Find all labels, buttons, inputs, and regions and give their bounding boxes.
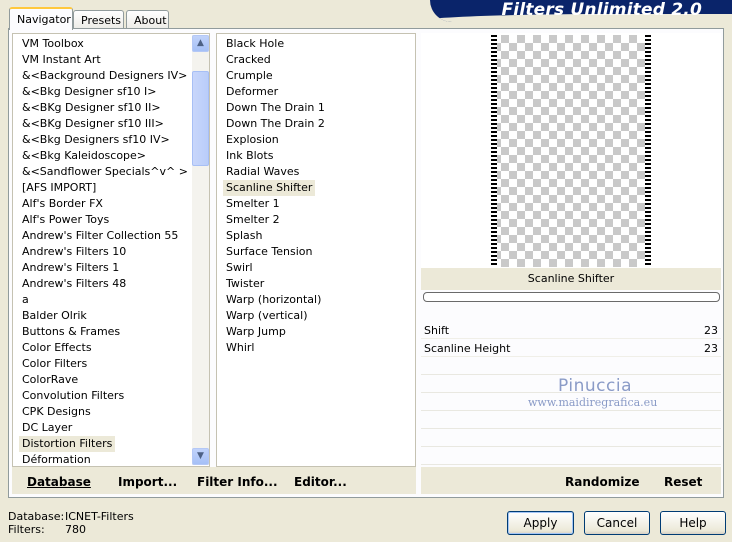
category-item[interactable]: Andrew's Filters 1 [19, 260, 122, 276]
filter-item[interactable]: Explosion [223, 132, 282, 148]
category-item[interactable]: &<BKg Designer sf10 II> [19, 100, 164, 116]
database-label: Database: [8, 510, 65, 523]
category-item[interactable]: CPK Designs [19, 404, 94, 420]
watermark-url: www.maidiregrafica.eu [528, 396, 658, 409]
filters-count-value: 780 [65, 523, 86, 536]
tab-navigator[interactable]: Navigator [9, 7, 73, 30]
filter-item[interactable]: Crumple [223, 68, 276, 84]
param-value: 23 [704, 324, 718, 337]
filter-item[interactable]: Smelter 1 [223, 196, 283, 212]
watermark-name: Pinuccia [558, 376, 632, 396]
filter-item[interactable]: Warp (vertical) [223, 308, 311, 324]
category-item[interactable]: Andrew's Filters 48 [19, 276, 129, 292]
category-item[interactable]: Color Effects [19, 340, 95, 356]
filter-item[interactable]: Warp (horizontal) [223, 292, 324, 308]
category-item[interactable]: Convolution Filters [19, 388, 127, 404]
help-button[interactable]: Help [660, 511, 726, 535]
category-item[interactable]: &<Bkg Kaleidoscope> [19, 148, 149, 164]
category-item[interactable]: ColorRave [19, 372, 81, 388]
reset-button[interactable]: Reset [664, 475, 702, 489]
filters-count-label: Filters: [8, 523, 45, 536]
filter-item[interactable]: Down The Drain 2 [223, 116, 328, 132]
filter-toolbar: Database Import... Filter Info... Editor… [12, 467, 416, 494]
filter-item[interactable]: Warp Jump [223, 324, 289, 340]
filter-item[interactable]: Deformer [223, 84, 281, 100]
filter-item[interactable]: Surface Tension [223, 244, 315, 260]
category-item[interactable]: &<BKg Designer sf10 III> [19, 116, 167, 132]
category-item[interactable]: Andrew's Filter Collection 55 [19, 228, 181, 244]
category-item[interactable]: DC Layer [19, 420, 75, 436]
preview-image [493, 35, 649, 267]
category-scrollbar[interactable]: ▲ ▼ [192, 35, 209, 465]
param-row-empty [421, 431, 721, 447]
filter-item[interactable]: Radial Waves [223, 164, 302, 180]
scroll-up-icon[interactable]: ▲ [192, 35, 209, 52]
scanline-stripe-left [491, 35, 497, 267]
import-button[interactable]: Import... [118, 475, 177, 489]
category-item[interactable]: &<Sandflower Specials^v^ > [19, 164, 191, 180]
tab-presets[interactable]: Presets [73, 10, 124, 29]
app-banner: Filters Unlimited 2.0 [430, 0, 732, 22]
randomize-button[interactable]: Randomize [565, 475, 639, 489]
filter-item[interactable]: Twister [223, 276, 267, 292]
apply-button[interactable]: Apply [507, 511, 574, 535]
filter-item[interactable]: Swirl [223, 260, 256, 276]
filter-item[interactable]: Ink Blots [223, 148, 276, 164]
category-item[interactable]: VM Instant Art [19, 52, 104, 68]
scroll-thumb[interactable] [192, 71, 209, 166]
filter-item[interactable]: Down The Drain 1 [223, 100, 328, 116]
filter-item[interactable]: Smelter 2 [223, 212, 283, 228]
category-item[interactable]: VM Toolbox [19, 36, 87, 52]
category-list[interactable]: VM Toolbox VM Instant Art &<Background Des… [12, 33, 210, 467]
filter-list[interactable]: Black Hole Cracked Crumple Deformer Down The… [216, 33, 416, 467]
param-label: Scanline Height [424, 342, 511, 355]
filter-item[interactable]: Cracked [223, 52, 274, 68]
param-row-empty [421, 449, 721, 465]
filter-info-button[interactable]: Filter Info... [197, 475, 278, 489]
param-toolbar: Randomize Reset [421, 467, 721, 494]
banner-title: Filters Unlimited 2.0 [501, 0, 702, 20]
param-row-empty [421, 359, 721, 375]
category-item[interactable]: &<Bkg Designer sf10 I> [19, 84, 160, 100]
database-value: ICNET-Filters [65, 510, 134, 523]
category-item[interactable]: a [19, 292, 32, 308]
tab-about[interactable]: About [126, 10, 169, 29]
scroll-down-icon[interactable]: ▼ [192, 448, 209, 465]
database-button[interactable]: Database [27, 475, 91, 489]
param-row-shift[interactable]: Shift 23 [421, 323, 721, 339]
filter-item[interactable]: Splash [223, 228, 265, 244]
cancel-button[interactable]: Cancel [584, 511, 650, 535]
category-item[interactable]: [AFS IMPORT] [19, 180, 99, 196]
category-item[interactable]: Déformation [19, 452, 94, 468]
param-row-scanline-height[interactable]: Scanline Height 23 [421, 341, 721, 357]
scanline-stripe-right [645, 35, 651, 267]
editor-button[interactable]: Editor... [294, 475, 347, 489]
category-item[interactable]: Balder Olrik [19, 308, 90, 324]
param-row-empty [421, 413, 721, 429]
param-label: Shift [424, 324, 450, 337]
category-item[interactable]: Alf's Power Toys [19, 212, 112, 228]
param-value: 23 [704, 342, 718, 355]
category-item[interactable]: Andrew's Filters 10 [19, 244, 129, 260]
category-item[interactable]: Color Filters [19, 356, 90, 372]
category-item[interactable]: Distortion Filters [19, 436, 116, 452]
filter-item[interactable]: Black Hole [223, 36, 287, 52]
filter-item[interactable]: Whirl [223, 340, 257, 356]
category-item[interactable]: Alf's Border FX [19, 196, 106, 212]
preview-area [421, 33, 721, 268]
filter-name-label: Scanline Shifter [421, 268, 721, 290]
category-item[interactable]: &<Bkg Designers sf10 IV> [19, 132, 173, 148]
category-item[interactable]: &<Background Designers IV> [19, 68, 190, 84]
progress-bar [423, 292, 720, 302]
filter-item[interactable]: Scanline Shifter [223, 180, 316, 196]
category-item[interactable]: Buttons & Frames [19, 324, 123, 340]
